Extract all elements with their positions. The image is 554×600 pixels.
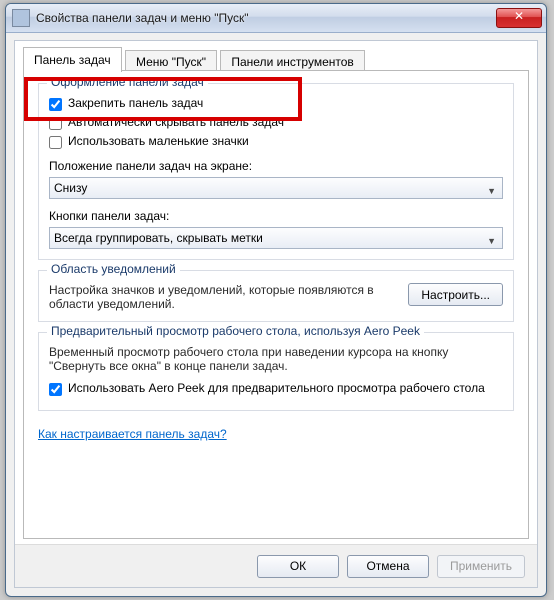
- cancel-button[interactable]: Отмена: [347, 555, 429, 578]
- group-appearance-legend: Оформление панели задач: [47, 75, 208, 89]
- label-position: Положение панели задач на экране:: [49, 159, 503, 173]
- tab-taskbar[interactable]: Панель задач: [23, 47, 122, 72]
- checkbox-lock-taskbar-label: Закрепить панель задач: [68, 96, 203, 110]
- group-notification-legend: Область уведомлений: [47, 262, 180, 276]
- dropdown-position[interactable]: Снизу: [49, 177, 503, 199]
- dropdown-buttons[interactable]: Всегда группировать, скрывать метки: [49, 227, 503, 249]
- window-title: Свойства панели задач и меню "Пуск": [36, 11, 496, 25]
- group-notification: Область уведомлений Настройка значков и …: [38, 270, 514, 322]
- checkbox-aero-peek-label: Использовать Aero Peek для предварительн…: [68, 381, 485, 395]
- checkbox-lock-taskbar[interactable]: Закрепить панель задач: [49, 96, 503, 111]
- checkbox-aero-peek-input[interactable]: [49, 383, 62, 396]
- tabstrip: Панель задач Меню "Пуск" Панели инструме…: [23, 47, 529, 71]
- group-aero-peek: Предварительный просмотр рабочего стола,…: [38, 332, 514, 411]
- customize-button[interactable]: Настроить...: [408, 283, 503, 306]
- dropdown-position-value: Снизу: [54, 181, 87, 195]
- checkbox-autohide-label: Автоматически скрывать панель задач: [68, 115, 284, 129]
- properties-window: Свойства панели задач и меню "Пуск" ✕ Па…: [5, 3, 547, 597]
- group-aero-peek-legend: Предварительный просмотр рабочего стола,…: [47, 324, 424, 338]
- apply-button[interactable]: Применить: [437, 555, 525, 578]
- checkbox-small-icons[interactable]: Использовать маленькие значки: [49, 134, 503, 149]
- dropdown-buttons-value: Всегда группировать, скрывать метки: [54, 231, 263, 245]
- ok-button[interactable]: ОК: [257, 555, 339, 578]
- checkbox-small-icons-label: Использовать маленькие значки: [68, 134, 249, 148]
- app-icon: [12, 9, 30, 27]
- notification-description: Настройка значков и уведомлений, которые…: [49, 283, 398, 311]
- help-link[interactable]: Как настраивается панель задач?: [38, 427, 227, 441]
- group-appearance: Оформление панели задач Закрепить панель…: [38, 83, 514, 260]
- close-button[interactable]: ✕: [496, 8, 542, 28]
- checkbox-aero-peek[interactable]: Использовать Aero Peek для предварительн…: [49, 381, 503, 396]
- checkbox-autohide-input[interactable]: [49, 117, 62, 130]
- dialog-footer: ОК Отмена Применить: [15, 544, 537, 587]
- label-buttons: Кнопки панели задач:: [49, 209, 503, 223]
- client-area: Панель задач Меню "Пуск" Панели инструме…: [14, 40, 538, 588]
- checkbox-autohide[interactable]: Автоматически скрывать панель задач: [49, 115, 503, 130]
- checkbox-small-icons-input[interactable]: [49, 136, 62, 149]
- checkbox-lock-taskbar-input[interactable]: [49, 98, 62, 111]
- aero-peek-description: Временный просмотр рабочего стола при на…: [49, 345, 503, 373]
- tabpage-taskbar: Оформление панели задач Закрепить панель…: [23, 70, 529, 539]
- titlebar[interactable]: Свойства панели задач и меню "Пуск" ✕: [6, 4, 546, 33]
